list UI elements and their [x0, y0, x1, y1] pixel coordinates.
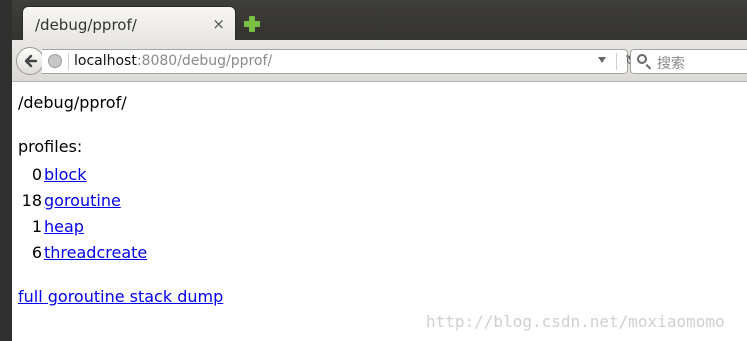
profile-count: 18 [21, 190, 42, 210]
profiles-label: profiles: [18, 137, 83, 156]
profile-link-goroutine[interactable]: goroutine [44, 191, 121, 210]
profile-row-goroutine: 18 goroutine [18, 187, 147, 213]
url-path: :8080/debug/pprof/ [136, 53, 273, 69]
navigation-bar: localhost:8080/debug/pprof/ ↻ 搜索 [12, 40, 747, 82]
profile-count: 0 [31, 164, 42, 184]
profile-row-threadcreate: 6 threadcreate [18, 239, 147, 265]
search-input[interactable]: 搜索 [630, 49, 747, 74]
globe-icon [48, 54, 62, 68]
new-tab-icon[interactable] [244, 16, 260, 32]
profiles-table: 0 block 18 goroutine 1 heap 6 threadcrea… [18, 161, 148, 265]
url-bar[interactable]: localhost:8080/debug/pprof/ ↻ [42, 49, 637, 74]
profile-row-block: 0 block [18, 161, 147, 187]
profile-row-heap: 1 heap [18, 213, 147, 239]
chevron-down-icon[interactable] [598, 57, 606, 63]
url-host: localhost [74, 53, 137, 69]
page-content: /debug/pprof/ profiles: 0 block 18 gorou… [12, 83, 747, 341]
watermark: http://blog.csdn.net/moxiaomomo [426, 312, 725, 331]
profile-link-threadcreate[interactable]: threadcreate [44, 243, 147, 262]
tab-title: /debug/pprof/ [35, 16, 137, 34]
profile-link-block[interactable]: block [44, 165, 86, 184]
back-button[interactable] [16, 47, 44, 75]
back-arrow-icon [24, 54, 38, 68]
profile-count: 1 [31, 216, 42, 236]
page-title: /debug/pprof/ [18, 93, 127, 112]
url-divider-2 [616, 53, 617, 70]
search-placeholder: 搜索 [657, 56, 685, 72]
url-divider [68, 53, 69, 70]
profile-count: 6 [31, 242, 42, 262]
background-terminal [0, 0, 12, 341]
url-text[interactable]: localhost:8080/debug/pprof/ [74, 53, 272, 69]
profile-link-heap[interactable]: heap [44, 217, 84, 236]
close-icon[interactable]: × [212, 15, 225, 33]
search-icon [637, 54, 647, 64]
browser-tab[interactable]: /debug/pprof/ × [22, 6, 236, 40]
full-goroutine-dump-link[interactable]: full goroutine stack dump [18, 287, 223, 306]
